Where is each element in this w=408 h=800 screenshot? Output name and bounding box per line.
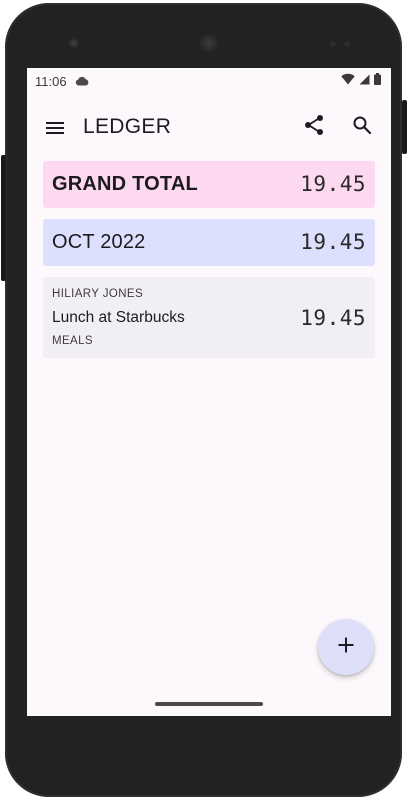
entry-category: MEALS: [52, 335, 93, 347]
month-label: OCT 2022: [52, 231, 146, 253]
top-app-bar: LEDGER: [27, 94, 391, 158]
earpiece-speaker: [199, 34, 219, 52]
cloud-icon: [75, 74, 89, 89]
light-sensor: [344, 41, 350, 47]
month-summary-card[interactable]: OCT 2022 19.45: [43, 219, 375, 266]
add-icon: [337, 636, 355, 659]
grand-total-amount: 19.45: [300, 172, 366, 196]
share-icon[interactable]: [302, 113, 326, 137]
signal-icon: [359, 73, 370, 88]
proximity-sensor: [330, 41, 336, 47]
grand-total-card[interactable]: GRAND TOTAL 19.45: [43, 161, 375, 208]
wifi-icon: [341, 73, 355, 88]
phone-frame: 11:06 LEDGER GRAND TOTAL 19.45 OCT 2022 …: [5, 3, 402, 797]
app-title: LEDGER: [83, 115, 172, 138]
entry-person: HILIARY JONES: [52, 288, 144, 300]
search-icon[interactable]: [350, 113, 374, 137]
app-screen: 11:06 LEDGER GRAND TOTAL 19.45 OCT 2022 …: [27, 68, 391, 716]
add-entry-button[interactable]: [318, 619, 374, 675]
front-camera: [69, 38, 79, 48]
status-bar: 11:06: [27, 68, 391, 94]
menu-icon[interactable]: [43, 116, 67, 140]
entry-amount: 19.45: [300, 306, 366, 330]
status-icons: [341, 73, 381, 88]
gesture-nav-handle[interactable]: [155, 702, 263, 706]
ledger-entry-card[interactable]: HILIARY JONES Lunch at Starbucks MEALS 1…: [43, 277, 375, 357]
entry-description: Lunch at Starbucks: [52, 309, 185, 326]
power-button: [402, 100, 407, 154]
month-amount: 19.45: [300, 230, 366, 254]
grand-total-label: GRAND TOTAL: [52, 173, 198, 195]
battery-icon: [374, 73, 381, 88]
status-time: 11:06: [35, 74, 67, 89]
volume-button: [1, 155, 6, 281]
